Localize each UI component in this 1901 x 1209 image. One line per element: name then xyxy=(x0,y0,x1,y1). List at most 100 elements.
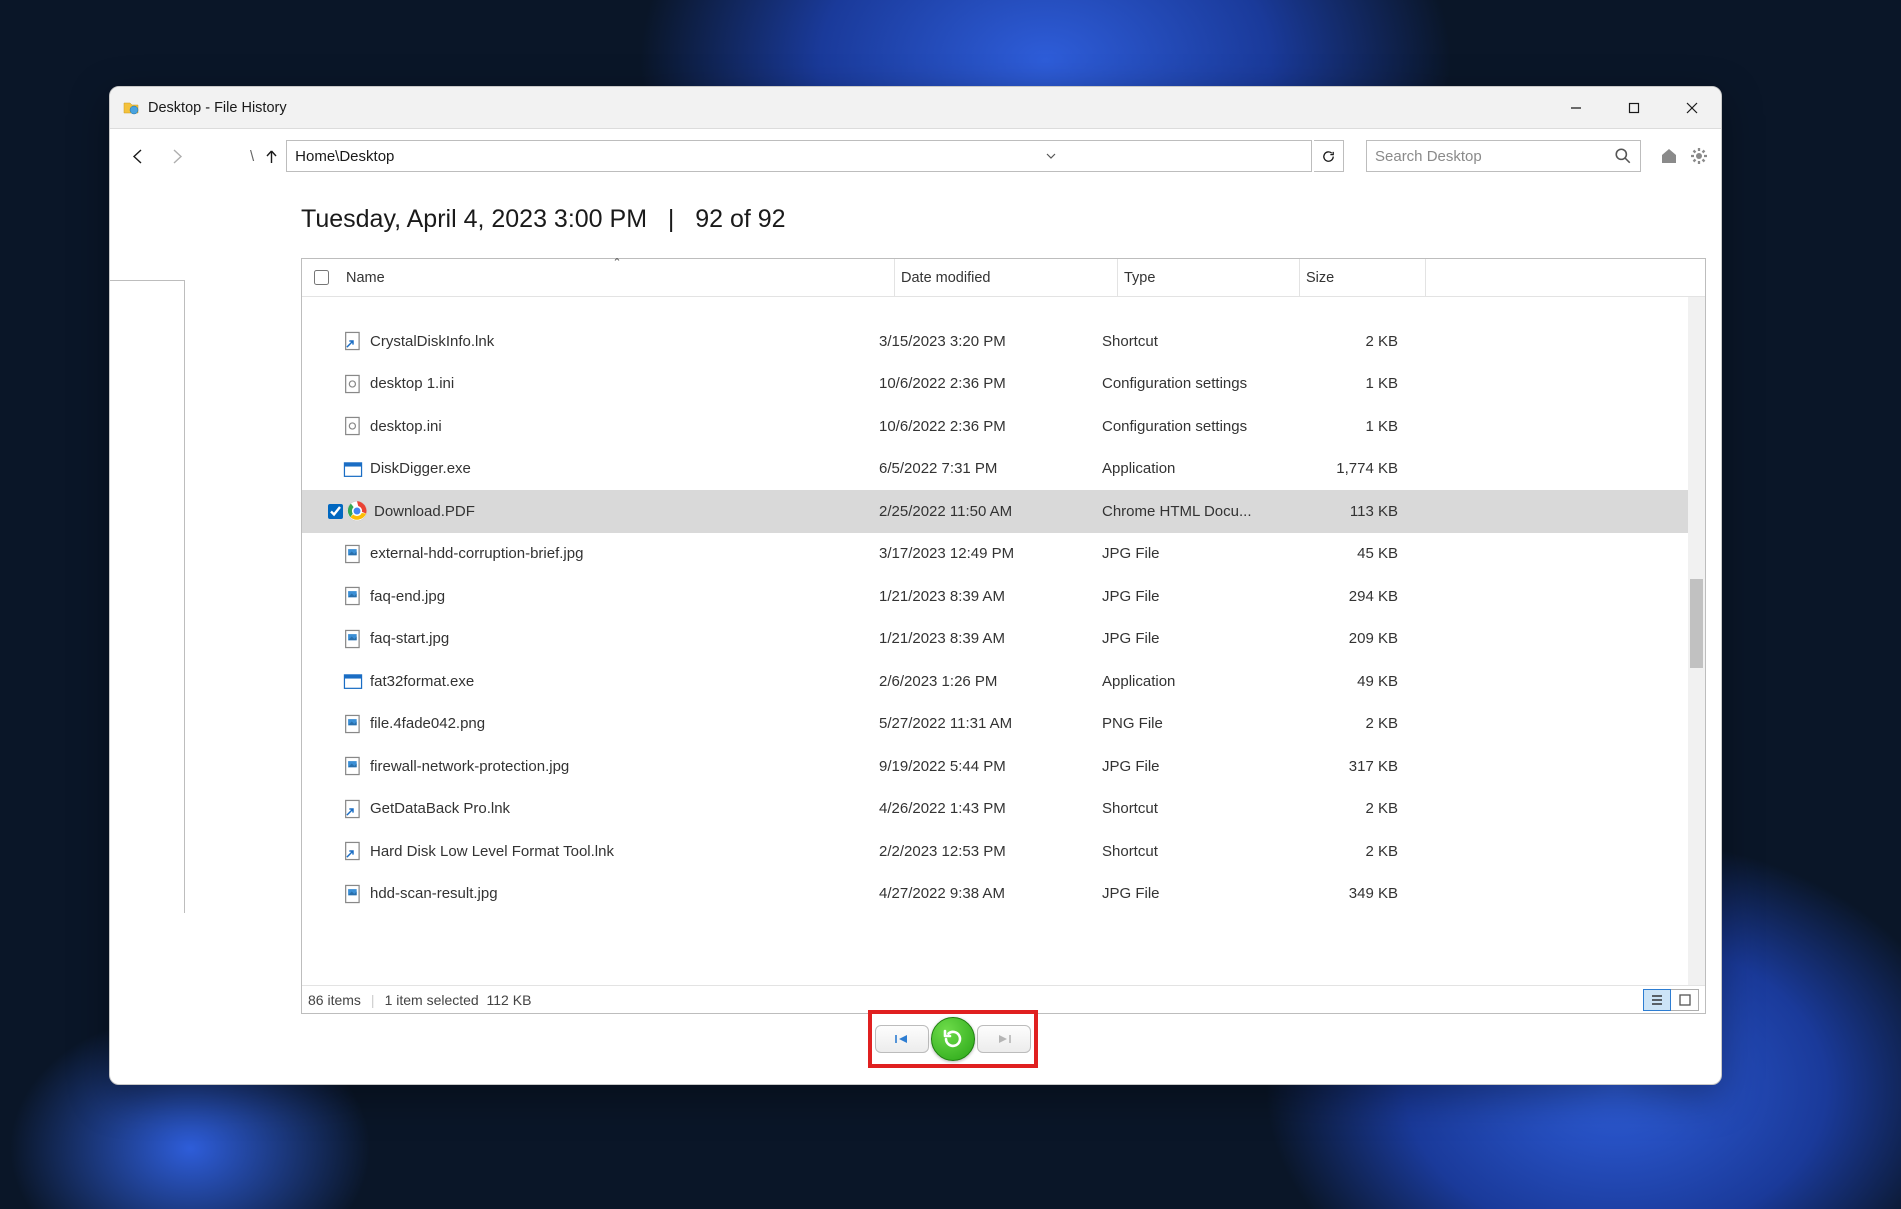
file-list-body[interactable]: .CrystalDiskInfo.lnk3/15/2023 3:20 PMSho… xyxy=(302,297,1705,985)
file-size: 1 KB xyxy=(1278,418,1404,435)
table-row[interactable]: external-hdd-corruption-brief.jpg3/17/20… xyxy=(302,533,1705,576)
refresh-button[interactable] xyxy=(1314,140,1344,172)
file-date: 4/26/2022 1:43 PM xyxy=(873,800,1096,817)
file-icon xyxy=(342,628,364,650)
column-header-size[interactable]: Size xyxy=(1300,259,1426,296)
table-row[interactable]: hdd-scan-result.jpg4/27/2022 9:38 AMJPG … xyxy=(302,873,1705,916)
file-icon xyxy=(346,500,368,522)
file-name: desktop.ini xyxy=(370,418,442,435)
file-date: 10/6/2022 2:36 PM xyxy=(873,418,1096,435)
file-icon xyxy=(342,755,364,777)
column-header-date[interactable]: Date modified xyxy=(895,259,1118,296)
window-title: Desktop - File History xyxy=(148,100,287,116)
status-selected-size: 112 KB xyxy=(487,992,532,1008)
file-icon xyxy=(342,458,364,480)
file-size: 209 KB xyxy=(1278,630,1404,647)
table-row[interactable]: . xyxy=(302,297,1705,320)
file-icon xyxy=(342,330,364,352)
next-version-button[interactable] xyxy=(977,1025,1031,1053)
file-size: 294 KB xyxy=(1278,588,1404,605)
maximize-button[interactable] xyxy=(1605,87,1663,129)
file-size: 1 KB xyxy=(1278,375,1404,392)
file-type: Application xyxy=(1096,460,1278,477)
file-size: 2 KB xyxy=(1278,843,1404,860)
file-icon xyxy=(342,585,364,607)
file-type: JPG File xyxy=(1096,545,1278,562)
file-size: 113 KB xyxy=(1278,503,1404,520)
address-bar[interactable]: Home\Desktop xyxy=(286,140,1312,172)
file-size: 349 KB xyxy=(1278,885,1404,902)
close-button[interactable] xyxy=(1663,87,1721,129)
table-row[interactable]: faq-end.jpg1/21/2023 8:39 AMJPG File294 … xyxy=(302,575,1705,618)
up-button[interactable] xyxy=(258,141,284,171)
search-box[interactable] xyxy=(1366,140,1641,172)
file-type: PNG File xyxy=(1096,715,1278,732)
file-name: GetDataBack Pro.lnk xyxy=(370,800,510,817)
file-type: Configuration settings xyxy=(1096,375,1278,392)
status-selected-count: 1 item selected xyxy=(385,992,479,1008)
column-header-type[interactable]: Type xyxy=(1118,259,1300,296)
scrollbar-thumb[interactable] xyxy=(1690,579,1703,668)
view-details-button[interactable] xyxy=(1643,989,1671,1011)
table-row[interactable]: file.4fade042.png5/27/2022 11:31 AMPNG F… xyxy=(302,703,1705,746)
table-row[interactable]: faq-start.jpg1/21/2023 8:39 AMJPG File20… xyxy=(302,618,1705,661)
home-button[interactable] xyxy=(1657,144,1681,168)
file-type: Application xyxy=(1096,673,1278,690)
file-date: 1/21/2023 8:39 AM xyxy=(873,588,1096,605)
forward-button[interactable] xyxy=(160,139,194,173)
path-separator: \ xyxy=(250,148,254,165)
vertical-scrollbar[interactable] xyxy=(1688,297,1705,985)
table-row[interactable]: CrystalDiskInfo.lnk3/15/2023 3:20 PMShor… xyxy=(302,320,1705,363)
file-name: file.4fade042.png xyxy=(370,715,485,732)
status-bar: 86 items | 1 item selected 112 KB xyxy=(302,985,1705,1013)
sort-arrow-icon: ⌃ xyxy=(612,256,621,269)
file-name: fat32format.exe xyxy=(370,673,474,690)
table-row[interactable]: firewall-network-protection.jpg9/19/2022… xyxy=(302,745,1705,788)
status-item-count: 86 items xyxy=(308,992,361,1008)
file-name: Hard Disk Low Level Format Tool.lnk xyxy=(370,843,614,860)
path-dropdown-icon[interactable] xyxy=(799,147,1303,165)
row-checkbox[interactable] xyxy=(328,504,343,519)
table-row[interactable]: Hard Disk Low Level Format Tool.lnk 2/2/2… xyxy=(302,830,1705,873)
restore-button[interactable] xyxy=(931,1017,975,1061)
table-row[interactable]: Download.PDF2/25/2022 11:50 AMChrome HTM… xyxy=(302,490,1705,533)
previous-version-button[interactable] xyxy=(875,1025,929,1053)
table-row[interactable]: desktop.ini10/6/2022 2:36 PMConfiguratio… xyxy=(302,405,1705,448)
file-name: hdd-scan-result.jpg xyxy=(370,885,498,902)
navigation-panel xyxy=(110,280,185,913)
file-list-area: ⌃Name Date modified Type Size .CrystalDi… xyxy=(301,258,1706,1014)
file-history-window: Desktop - File History \ Home\Desktop xyxy=(109,86,1722,1085)
file-date: 2/6/2023 1:26 PM xyxy=(873,673,1096,690)
table-row[interactable]: fat32format.exe 2/6/2023 1:26 PMApplicati… xyxy=(302,660,1705,703)
minimize-button[interactable] xyxy=(1547,87,1605,129)
back-button[interactable] xyxy=(120,139,154,173)
table-row[interactable]: GetDataBack Pro.lnk 4/26/2022 1:43 PMShor… xyxy=(302,788,1705,831)
search-icon[interactable] xyxy=(1614,147,1632,165)
file-type: Shortcut xyxy=(1096,800,1278,817)
toolbar: \ Home\Desktop xyxy=(110,129,1721,183)
file-name: Download.PDF xyxy=(374,503,475,520)
column-header-name[interactable]: ⌃Name xyxy=(340,259,895,296)
file-icon xyxy=(342,840,364,862)
file-type: JPG File xyxy=(1096,588,1278,605)
file-date: 2/2/2023 12:53 PM xyxy=(873,843,1096,860)
select-all-checkbox[interactable] xyxy=(314,270,329,285)
file-date: 4/27/2022 9:38 AM xyxy=(873,885,1096,902)
file-size: 2 KB xyxy=(1278,715,1404,732)
table-row[interactable]: desktop 1.ini10/6/2022 2:36 PMConfigurat… xyxy=(302,363,1705,406)
file-date: 2/25/2022 11:50 AM xyxy=(873,503,1096,520)
view-thumbnails-button[interactable] xyxy=(1671,989,1699,1011)
file-date: 6/5/2022 7:31 PM xyxy=(873,460,1096,477)
file-name: faq-start.jpg xyxy=(370,630,449,647)
highlight-annotation xyxy=(868,1010,1038,1068)
file-name: desktop 1.ini xyxy=(370,375,454,392)
table-row[interactable]: DiskDigger.exe6/5/2022 7:31 PMApplicatio… xyxy=(302,448,1705,491)
file-name: firewall-network-protection.jpg xyxy=(370,758,569,775)
file-date: 3/17/2023 12:49 PM xyxy=(873,545,1096,562)
settings-button[interactable] xyxy=(1687,144,1711,168)
snapshot-heading: Tuesday, April 4, 2023 3:00 PM | 92 of 9… xyxy=(185,183,1721,258)
titlebar: Desktop - File History xyxy=(110,87,1721,129)
file-icon xyxy=(342,670,364,692)
file-type: Shortcut xyxy=(1096,333,1278,350)
search-input[interactable] xyxy=(1375,148,1614,165)
